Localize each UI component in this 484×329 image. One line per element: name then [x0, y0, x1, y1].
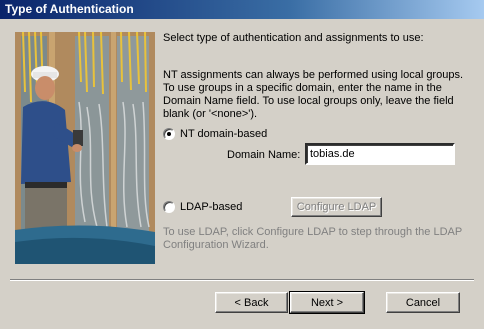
ldap-radio-label: LDAP-based: [180, 201, 243, 213]
next-button[interactable]: Next >: [289, 291, 365, 314]
domain-name-label: Domain Name:: [227, 149, 301, 161]
dialog-title: Type of Authentication: [5, 2, 134, 16]
domain-name-input[interactable]: [305, 143, 455, 165]
title-bar: Type of Authentication: [0, 0, 484, 19]
cancel-button[interactable]: Cancel: [386, 292, 460, 313]
configure-ldap-button[interactable]: Configure LDAP: [291, 197, 382, 217]
technician-illustration: [15, 32, 155, 264]
nt-domain-radio-label: NT domain-based: [180, 128, 268, 140]
back-button[interactable]: < Back: [215, 292, 288, 313]
cancel-button-label: Cancel: [405, 296, 441, 309]
back-button-label: < Back: [234, 296, 269, 309]
next-button-label: Next >: [310, 296, 344, 309]
ldap-radio[interactable]: LDAP-based: [163, 200, 242, 214]
radio-unchecked-icon[interactable]: [163, 201, 175, 213]
intro-text: Select type of authentication and assign…: [163, 32, 424, 44]
configure-ldap-label: Configure LDAP: [296, 201, 377, 213]
footer-separator: [10, 279, 474, 281]
nt-domain-radio[interactable]: NT domain-based: [163, 127, 267, 141]
radio-checked-icon[interactable]: [163, 128, 175, 140]
nt-description: NT assignments can always be performed u…: [163, 69, 464, 120]
ldap-help-text: To use LDAP, click Configure LDAP to ste…: [163, 226, 463, 251]
